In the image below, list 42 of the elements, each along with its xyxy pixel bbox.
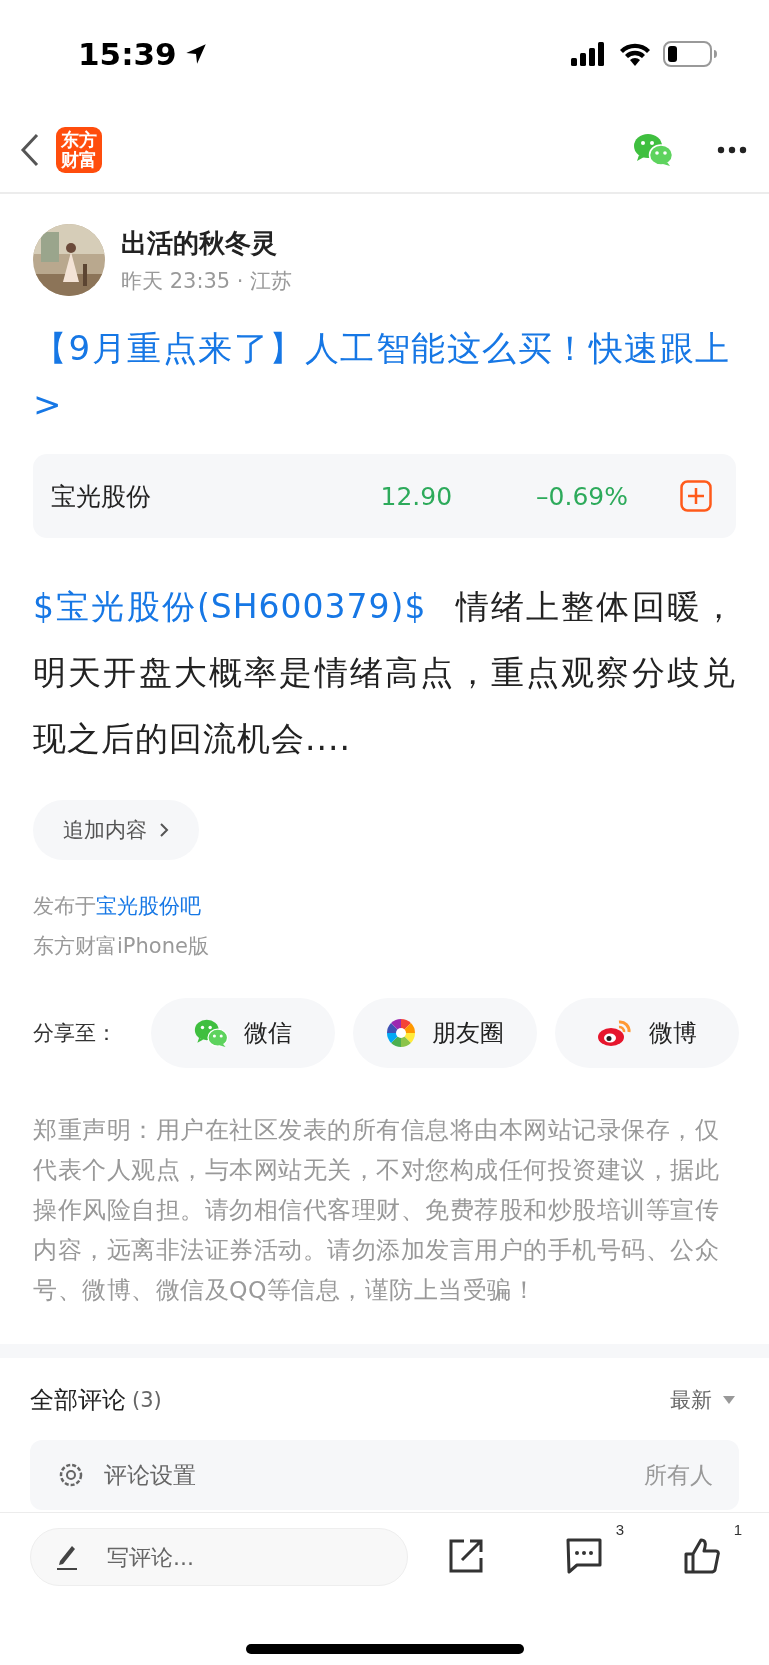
settings-value: 所有人 [644,1460,713,1490]
wechat-icon [633,133,673,167]
stock-change: –0.69% [536,481,628,511]
app-logo: 东方 财富 [56,127,102,173]
comment-input[interactable]: 写评论... [30,1528,408,1586]
share-button[interactable]: 微博 [555,998,739,1068]
comments-count: (3) [132,1388,162,1412]
like-count: 1 [733,1521,742,1538]
chevron-right-icon [159,822,169,838]
share-label: 分享至： [33,1020,118,1047]
comment-settings-row[interactable]: 评论设置 所有人 [30,1440,739,1510]
add-icon[interactable] [680,480,712,512]
wifi-icon [619,42,651,66]
signal-icon [571,42,607,66]
comments-title: 全部评论 [30,1385,126,1416]
settings-label: 评论设置 [104,1460,197,1490]
share-button[interactable]: 朋友圈 [353,998,537,1068]
disclaimer: 郑重声明：用户在社区发表的所有信息将由本网站记录保存，仅代表个人观点，与本网站无关，不对您构成任何投资建议，据此操作风险自担。请勿相信代客理财、免费荐股和炒股培训等宣传内容，远离非法证券活动。请勿添加发言用户的手机号码、公众号、微博、微信及QQ等信息，谨防上当受骗！ [32,1115,720,1306]
share-button[interactable]: 微信 [151,998,335,1068]
battery-icon [663,41,717,67]
author-name[interactable]: 出活的秋冬灵 [121,225,293,261]
comment-count: 3 [615,1521,624,1538]
stock-tag-link[interactable]: $宝光股份(SH600379)$ [33,587,427,626]
stock-name: 宝光股份 [51,480,152,513]
aperture-icon [386,1018,416,1048]
promo-title-link[interactable]: 【9月重点来了】人工智能这么买！快速跟上> [0,320,769,432]
more-icon[interactable] [717,146,747,154]
weibo-icon [597,1018,633,1048]
status-time: 15:39 [78,36,177,72]
sort-dropdown[interactable]: 最新 [670,1386,736,1414]
wechat-icon [194,1018,228,1048]
pencil-icon [56,1543,78,1571]
post-meta: 昨天 23:35 · 江苏 [121,267,293,295]
post-body: $宝光股份(SH600379)$ 情绪上整体回暖，明天开盘大概率是情绪高点，重点观察分歧兑现之后的回流机会.... [32,586,737,760]
back-icon[interactable] [20,133,40,167]
dropdown-triangle-icon [722,1395,736,1405]
stock-price: 12.90 [380,481,453,511]
published-in: 发布于宝光股份吧 [32,893,202,920]
stock-card[interactable]: 宝光股份 12.90 –0.69% [33,454,736,538]
client-source: 东方财富iPhone版 [32,933,210,960]
forum-link[interactable]: 宝光股份吧 [96,894,201,918]
append-button[interactable]: 追加内容 [33,800,199,860]
